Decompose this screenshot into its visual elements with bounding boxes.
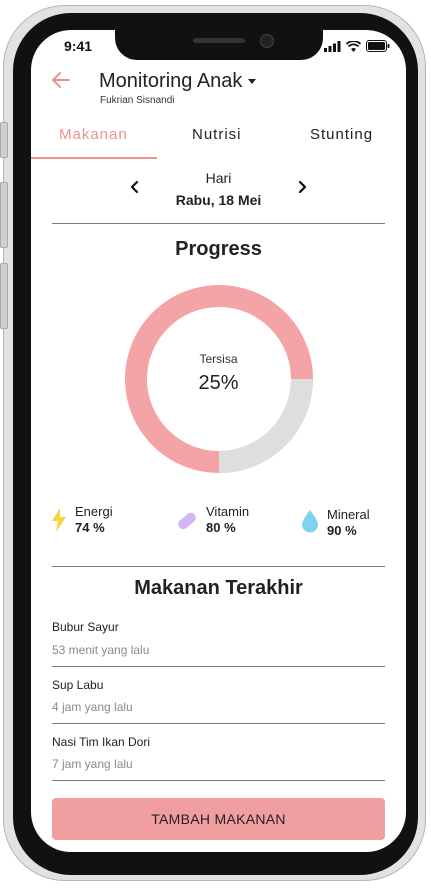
pill-icon <box>178 512 196 530</box>
nutrient-name: Vitamin <box>206 504 250 519</box>
meal-time: 53 menit yang lalu <box>52 643 150 657</box>
donut-caption: Tersisa <box>199 352 238 366</box>
page-title-text: Monitoring Anak <box>99 70 243 92</box>
nutrient-value: 90 % <box>327 523 357 538</box>
side-button-volume-down <box>0 263 8 329</box>
page-title[interactable]: Monitoring Anak <box>99 70 257 93</box>
speaker <box>193 38 245 43</box>
meal-name[interactable]: Bubur Sayur <box>52 620 119 634</box>
donut-value: 25% <box>198 372 239 394</box>
battery-icon <box>366 40 390 52</box>
meal-time: 7 jam yang lalu <box>52 757 133 771</box>
chevron-right-icon[interactable] <box>294 179 310 195</box>
active-tab-indicator <box>31 157 157 159</box>
app-screen: 9:41 Monitoring Anak Fukrian Sisnandi Ma… <box>31 30 406 852</box>
meal-time: 4 jam yang lalu <box>52 700 133 714</box>
tab-stunting[interactable]: Stunting <box>310 126 373 143</box>
day-label: Hari <box>205 170 232 186</box>
side-button-volume-up <box>0 182 8 248</box>
tab-makanan[interactable]: Makanan <box>59 126 128 143</box>
meal-name[interactable]: Nasi Tim Ikan Dori <box>52 735 150 749</box>
current-date: Rabu, 18 Mei <box>175 192 262 208</box>
divider <box>52 723 385 724</box>
lightning-icon <box>52 508 66 532</box>
divider <box>52 666 385 667</box>
nutrient-name: Energi <box>75 504 113 519</box>
notch <box>115 30 323 60</box>
status-icons <box>324 40 390 52</box>
nutrient-value: 80 % <box>206 520 236 535</box>
nutrient-value: 74 % <box>75 520 105 535</box>
divider <box>52 780 385 781</box>
nutrient-mineral: Mineral 90 % <box>301 504 370 538</box>
divider <box>52 566 385 567</box>
nutrient-vitamin: Vitamin 80 % <box>176 504 249 535</box>
tab-nutrisi[interactable]: Nutrisi <box>192 126 242 143</box>
nutrient-name: Mineral <box>327 507 370 522</box>
progress-title: Progress <box>175 238 262 260</box>
caret-down-icon <box>248 78 257 84</box>
meal-name[interactable]: Sup Labu <box>52 678 103 692</box>
back-arrow-icon[interactable] <box>51 70 71 90</box>
add-meal-button[interactable]: TAMBAH MAKANAN <box>52 798 385 840</box>
status-time: 9:41 <box>64 38 93 54</box>
wifi-icon <box>346 40 361 52</box>
child-name: Fukrian Sisnandi <box>100 95 175 106</box>
signal-icon <box>324 40 341 52</box>
recent-meals-title: Makanan Terakhir <box>134 577 303 599</box>
camera <box>260 34 274 48</box>
divider <box>52 223 385 224</box>
side-button-mute <box>0 122 8 158</box>
water-drop-icon <box>302 510 318 533</box>
nutrient-energi: Energi 74 % <box>51 504 113 535</box>
